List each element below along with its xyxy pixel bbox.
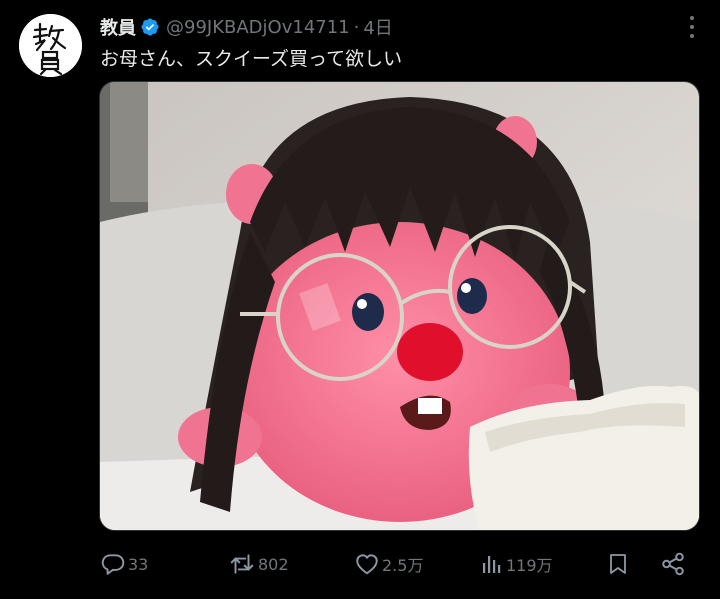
retweet-icon	[230, 554, 254, 574]
avatar[interactable]	[19, 14, 82, 77]
tweet-header: 教員 @99JKBADjOv14711 · 4日	[100, 14, 393, 40]
reply-count: 33	[128, 554, 149, 574]
share-icon	[662, 552, 684, 576]
tweet-text: お母さん、スクイーズ買って欲しい	[100, 48, 403, 70]
views-icon	[483, 556, 501, 573]
bookmark-button[interactable]	[606, 546, 630, 582]
separator-dot: ·	[353, 16, 360, 38]
views-count: 119万	[506, 556, 553, 575]
bookmark-icon	[610, 554, 626, 574]
like-count: 2.5万	[382, 556, 424, 575]
like-icon	[356, 554, 378, 575]
user-handle[interactable]: @99JKBADjOv14711	[166, 17, 350, 38]
display-name[interactable]: 教員	[100, 14, 136, 40]
reply-icon	[101, 554, 125, 575]
retweet-button[interactable]: 802	[228, 546, 289, 582]
tweet[interactable]: 教員 @99JKBADjOv14711 · 4日 お母さん、スクイーズ買って欲し…	[0, 0, 720, 599]
reply-button[interactable]: 33	[100, 546, 148, 582]
views-button[interactable]: 119万	[480, 546, 553, 582]
timestamp[interactable]: 4日	[363, 14, 392, 40]
verified-badge-icon	[140, 17, 160, 37]
share-button[interactable]	[660, 546, 686, 582]
more-icon[interactable]	[688, 16, 696, 38]
tweet-media-image[interactable]	[99, 81, 700, 531]
retweet-count: 802	[258, 554, 289, 574]
action-bar: 33 802 2.5万 119万	[100, 546, 696, 582]
like-button[interactable]: 2.5万	[354, 546, 423, 582]
